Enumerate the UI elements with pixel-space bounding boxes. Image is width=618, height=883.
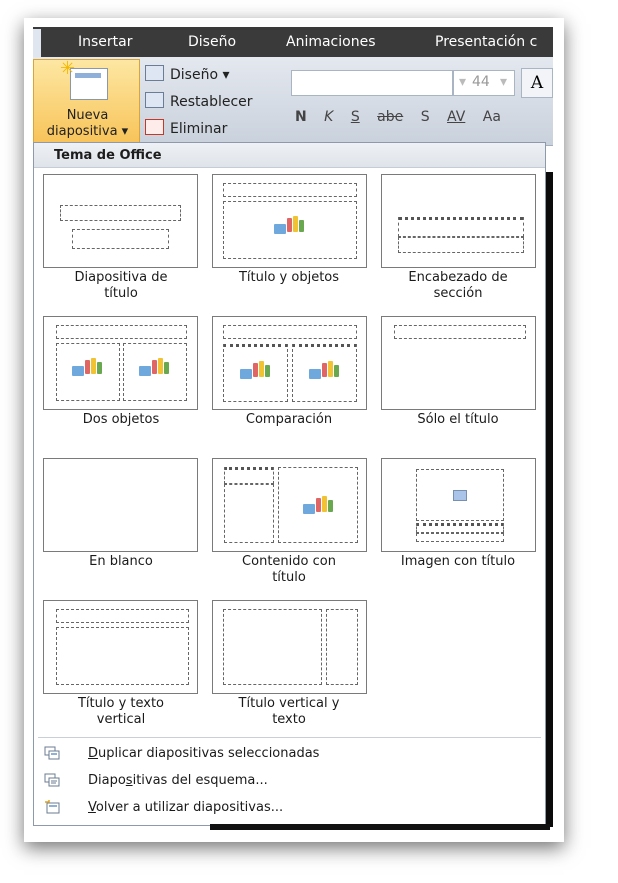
layout-caption: Diapositiva de título	[74, 270, 168, 301]
format-buttons: N K S abe S AV Aa	[295, 109, 514, 133]
gallery-title: Tema de Office	[54, 148, 162, 163]
section-title-placeholder	[398, 217, 524, 237]
underline-button[interactable]: S	[351, 109, 360, 125]
title-placeholder	[223, 183, 357, 197]
title-placeholder	[56, 609, 189, 623]
bold-button[interactable]: N	[295, 109, 307, 125]
char-spacing-button[interactable]: AV	[447, 109, 465, 125]
layout-picture-caption[interactable]	[381, 458, 536, 552]
content-placeholder	[278, 467, 358, 543]
layout-caption: En blanco	[89, 554, 153, 569]
grow-font-button[interactable]: A	[521, 68, 553, 98]
layout-caption: Título y texto vertical	[77, 696, 165, 727]
outline-slides-item[interactable]: Diapositivas del esquema...	[34, 768, 545, 794]
layout-comparison[interactable]	[212, 316, 367, 410]
left-compare-placeholder	[223, 344, 288, 402]
title-placeholder	[56, 325, 187, 339]
reuse-slides-label: Volver a utilizar diapositivas...	[88, 800, 284, 815]
right-compare-placeholder	[292, 344, 357, 402]
vertical-text-placeholder	[56, 627, 189, 685]
layout-icon	[145, 65, 164, 81]
caption-title-placeholder	[224, 467, 274, 484]
title-placeholder	[394, 325, 526, 339]
reset-button[interactable]: Restablecer	[145, 92, 253, 110]
font-name-dropdown-arrow-icon: ▾	[459, 74, 467, 90]
duplicate-slides-label: Duplicar diapositivas seleccionadas	[88, 746, 320, 761]
layout-two-content[interactable]	[43, 316, 198, 410]
reuse-slides-item[interactable]: Volver a utilizar diapositivas...	[34, 795, 545, 821]
tab-animaciones[interactable]: Animaciones	[286, 34, 376, 50]
sparkle-icon: ✳	[60, 58, 76, 79]
tab-presentacion[interactable]: Presentación c	[435, 34, 537, 50]
strikethrough-button[interactable]: abe	[377, 109, 403, 125]
italic-button[interactable]: K	[324, 109, 333, 125]
font-size-dropdown-arrow-icon: ▾	[500, 74, 508, 90]
picture-placeholder	[416, 469, 504, 521]
slide-area-edge	[546, 172, 553, 827]
duplicate-slides-item[interactable]: Duplicar diapositivas seleccionadas	[34, 741, 545, 767]
layout-title-vertical-text[interactable]	[43, 600, 198, 694]
tab-insertar[interactable]: Insertar	[78, 34, 133, 50]
bottom-edge	[210, 824, 550, 830]
ribbon: ✳ Nueva diapositiva ▾ Diseño ▾ Restablec…	[33, 57, 553, 146]
reset-icon	[145, 92, 164, 108]
layout-section-header[interactable]	[381, 174, 536, 268]
layout-gallery-panel: Tema de Office Diapositiva de título Títu…	[33, 142, 546, 826]
layout-caption: Comparación	[245, 412, 333, 427]
new-slide-icon	[70, 68, 108, 100]
change-case-button[interactable]: Aa	[483, 109, 501, 125]
layout-caption: Título vertical y texto	[238, 696, 340, 727]
menu-separator	[38, 737, 541, 738]
gallery-header: Tema de Office	[34, 143, 545, 168]
layout-content-caption[interactable]	[212, 458, 367, 552]
layout-caption: Contenido con título	[242, 554, 336, 585]
content-icons-icon	[72, 358, 102, 378]
layout-caption: Imagen con título	[400, 554, 516, 569]
new-slide-dropdown-label[interactable]: diapositiva ▾	[34, 124, 141, 139]
section-text-placeholder	[398, 237, 524, 253]
vertical-text-placeholder	[223, 609, 322, 685]
content-icons-icon	[274, 216, 304, 236]
ribbon-tab-bar: Insertar Diseño Animaciones Presentación…	[33, 27, 553, 57]
picture-title-placeholder	[416, 523, 504, 533]
content-icons-icon	[303, 496, 333, 516]
tab-diseno[interactable]: Diseño	[188, 34, 236, 50]
layout-title-content[interactable]	[212, 174, 367, 268]
title-placeholder	[60, 205, 181, 221]
content-placeholder	[223, 201, 357, 259]
layout-caption: Sólo el título	[417, 412, 499, 427]
caption-text-placeholder	[224, 484, 274, 543]
layout-blank[interactable]	[43, 458, 198, 552]
font-name-combo[interactable]	[291, 70, 453, 96]
delete-icon	[145, 119, 164, 135]
delete-button[interactable]: Eliminar	[145, 119, 227, 137]
layout-caption: Dos objetos	[82, 412, 160, 427]
new-slide-button[interactable]: ✳ Nueva diapositiva ▾	[33, 58, 141, 143]
layout-caption: Encabezado de sección	[408, 270, 508, 301]
layout-title-only[interactable]	[381, 316, 536, 410]
layout-vertical-title-text[interactable]	[212, 600, 367, 694]
content-icons-icon	[240, 361, 270, 381]
layout-caption: Título y objetos	[238, 270, 340, 285]
new-slide-label: Nueva	[66, 108, 109, 123]
vertical-title-placeholder	[326, 609, 358, 685]
tab-home-edge[interactable]	[33, 29, 41, 57]
shadow-button[interactable]: S	[421, 109, 430, 125]
picture-text-placeholder	[416, 533, 504, 542]
reuse-slides-icon	[45, 800, 60, 814]
right-content-placeholder	[123, 343, 187, 401]
title-placeholder	[223, 325, 357, 339]
outline-slides-label: Diapositivas del esquema...	[88, 773, 268, 788]
content-icons-icon	[139, 358, 169, 378]
outline-slides-icon	[44, 773, 60, 787]
layout-title-slide[interactable]	[43, 174, 198, 268]
subtitle-placeholder	[72, 229, 169, 249]
left-content-placeholder	[56, 343, 120, 401]
font-size-combo[interactable]: ▾ 44 ▾	[453, 70, 515, 96]
layout-button[interactable]: Diseño ▾	[145, 65, 230, 83]
picture-icon	[453, 490, 467, 501]
content-icons-icon	[309, 361, 339, 381]
duplicate-slides-icon	[44, 746, 60, 760]
